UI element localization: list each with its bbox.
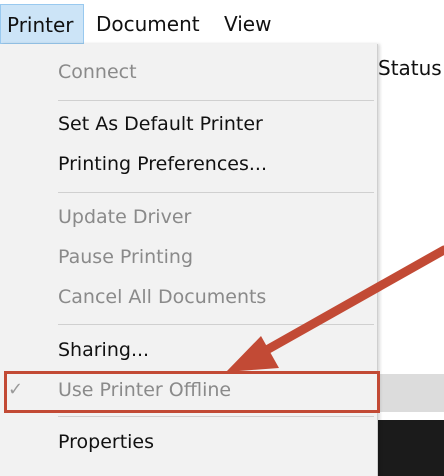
annotation-arrow-icon	[226, 245, 444, 372]
